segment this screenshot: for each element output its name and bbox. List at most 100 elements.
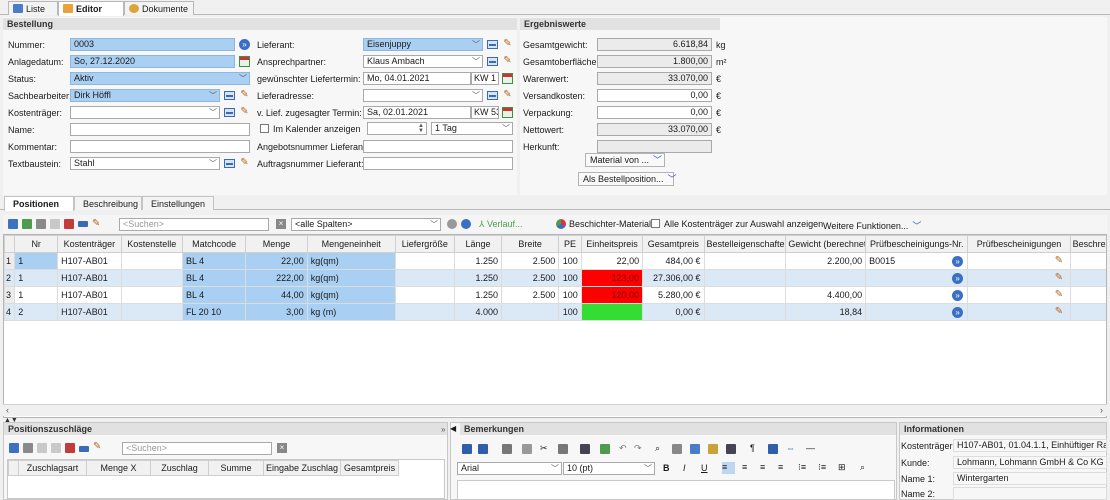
angebotsnummer-field[interactable] xyxy=(363,140,513,153)
row-number[interactable]: 1 xyxy=(4,252,16,270)
cell-pruefnr[interactable]: » xyxy=(865,269,969,287)
column-header[interactable]: Zuschlagsart xyxy=(18,460,87,476)
alle-kostentraeger-checkbox[interactable] xyxy=(651,219,660,228)
anlagedatum-field[interactable]: So, 27.12.2020 xyxy=(70,55,235,68)
align-center-icon[interactable]: ≡ xyxy=(742,462,747,472)
lieferadresse-select[interactable]: ﹀ xyxy=(363,89,483,102)
cut-icon[interactable]: ✂ xyxy=(540,443,548,454)
cell-kostenstelle[interactable] xyxy=(120,286,183,304)
cell-laenge[interactable]: 1.250 xyxy=(453,286,503,304)
column-header[interactable]: Mengeneinheit xyxy=(306,235,396,253)
document-icon[interactable] xyxy=(502,444,512,454)
cell-bestelleigenschaften[interactable] xyxy=(703,269,787,287)
search-input[interactable]: <Suchen> xyxy=(119,218,269,231)
cell-pruefbescheinigungen[interactable]: ✎ xyxy=(967,252,1071,270)
pencil-edit-icon[interactable]: ✎ xyxy=(502,38,513,49)
paste-icon[interactable] xyxy=(558,444,568,454)
cell-kostentraeger[interactable]: H107-AB01 xyxy=(57,252,122,270)
align-left-icon[interactable]: ≡ xyxy=(722,462,735,474)
column-header[interactable]: Nr xyxy=(14,235,59,253)
add-icon[interactable] xyxy=(9,443,19,453)
columns-filter-select[interactable]: <alle Spalten> ﹀ xyxy=(291,218,441,231)
cell-menge[interactable]: 222,00 xyxy=(245,269,308,287)
cell-nr[interactable]: 1 xyxy=(14,252,59,270)
cell-pruefbescheinigungen[interactable]: ✎ xyxy=(967,269,1071,287)
cell-pruefnr[interactable]: » xyxy=(865,286,969,304)
cell-einheitspreis[interactable]: 123,00 xyxy=(580,269,644,287)
pencil-edit-icon[interactable]: ✎ xyxy=(93,441,101,452)
cell-menge[interactable]: 22,00 xyxy=(245,252,308,270)
column-header[interactable]: Matchcode xyxy=(181,235,247,253)
column-header[interactable]: Summe xyxy=(208,460,264,476)
cell-kostenstelle[interactable] xyxy=(120,303,183,321)
cell-beschreibung[interactable] xyxy=(1069,252,1106,270)
table-select-icon[interactable] xyxy=(487,57,498,66)
splitter-expand-icon[interactable]: » xyxy=(441,425,445,434)
tab-editor[interactable]: Editor xyxy=(58,1,124,16)
weitere-funktionen-button[interactable]: Weitere Funktionen... ﹀ xyxy=(823,219,921,232)
cell-kostenstelle[interactable] xyxy=(120,269,183,287)
copy-icon[interactable] xyxy=(36,219,46,229)
cell-mengeneinheit[interactable]: kg (m) xyxy=(306,303,396,321)
bemerkungen-editor[interactable] xyxy=(457,480,895,500)
add-icon[interactable] xyxy=(8,219,18,229)
table-select-icon[interactable] xyxy=(79,446,89,452)
cell-bestelleigenschaften[interactable] xyxy=(703,286,787,304)
move-icon[interactable] xyxy=(51,443,61,453)
kalender-checkbox[interactable] xyxy=(260,124,269,133)
column-header[interactable]: Gesamtpreis xyxy=(642,235,705,253)
kalender-spinner[interactable]: ▲ ▼ xyxy=(367,122,427,135)
verlauf-button[interactable]: ⅄ Verlauf... xyxy=(479,219,523,230)
sachbearbeiter-select[interactable]: Dirk Höffl ﹀ xyxy=(70,89,220,102)
cell-kostentraeger[interactable]: H107-AB01 xyxy=(57,286,122,304)
pencil-edit-icon[interactable]: ✎ xyxy=(1053,289,1064,300)
verpackung-field[interactable]: 0,00 xyxy=(597,106,712,119)
cell-laenge[interactable]: 1.250 xyxy=(453,269,503,287)
ansprechpartner-select[interactable]: Klaus Ambach ﹀ xyxy=(363,55,483,68)
cell-bestelleigenschaften[interactable] xyxy=(703,252,787,270)
cell-kostentraeger[interactable]: H107-AB01 xyxy=(57,269,122,287)
column-header[interactable]: Länge xyxy=(453,235,503,253)
table-row[interactable]: 2 1 H107-AB01 BL 4 222,00 kg(qm) 1.250 2… xyxy=(4,269,1106,287)
word-icon[interactable] xyxy=(462,444,472,454)
column-header[interactable]: Bestelleigenschaften xyxy=(703,235,787,253)
cell-einheitspreis[interactable]: 22,00 xyxy=(580,252,644,270)
clear-icon[interactable]: × xyxy=(276,219,286,229)
cell-pe[interactable]: 100 xyxy=(558,269,582,287)
tab-beschreibung[interactable]: Beschreibung xyxy=(74,196,142,210)
cell-liefergroesse[interactable] xyxy=(394,252,455,270)
table-select-icon[interactable] xyxy=(487,91,498,100)
tab-positionen[interactable]: Positionen xyxy=(4,196,74,211)
tree-icon[interactable] xyxy=(22,219,32,229)
collapse-arrow-icon[interactable]: ◀ xyxy=(450,424,456,433)
paragraph-icon[interactable]: ¶ xyxy=(750,443,755,453)
table-select-icon[interactable] xyxy=(224,108,235,117)
status-select[interactable]: Aktiv ﹀ xyxy=(70,72,250,85)
tab-liste[interactable]: Liste xyxy=(8,1,58,15)
kommentar-field[interactable] xyxy=(70,140,250,153)
copy-icon[interactable] xyxy=(23,443,33,453)
column-header[interactable]: Beschreibun xyxy=(1069,235,1106,253)
cell-pe[interactable]: 100 xyxy=(558,286,582,304)
numbered-list-icon[interactable]: ⁝≡ xyxy=(798,462,806,473)
horizontal-scrollbar[interactable]: ‹ › xyxy=(3,404,1107,416)
row-number[interactable]: 4 xyxy=(4,303,16,321)
pencil-edit-icon[interactable]: ✎ xyxy=(1053,272,1064,283)
column-header[interactable]: Breite xyxy=(501,235,560,253)
name-field[interactable] xyxy=(70,123,250,136)
column-header[interactable]: PE xyxy=(558,235,582,253)
cell-mengeneinheit[interactable]: kg(qm) xyxy=(306,286,396,304)
assign-icon[interactable]: » xyxy=(952,307,964,318)
lieferant-select[interactable]: Eisenjuppy ﹀ xyxy=(363,38,483,51)
link-icon[interactable]: ⇔ xyxy=(786,443,795,453)
delete-icon[interactable] xyxy=(50,219,60,229)
find-icon[interactable]: ⌕ xyxy=(655,443,660,454)
material-von-button[interactable]: Material von ... ﹀ xyxy=(585,153,665,167)
word-export-icon[interactable] xyxy=(478,444,488,454)
number-assign-icon[interactable]: » xyxy=(239,39,250,50)
assign-icon[interactable]: » xyxy=(952,290,964,301)
align-right-icon[interactable]: ≡ xyxy=(760,462,765,472)
row-number[interactable]: 3 xyxy=(4,286,16,304)
calendar-icon[interactable] xyxy=(502,107,513,118)
remove-icon[interactable] xyxy=(65,443,75,453)
